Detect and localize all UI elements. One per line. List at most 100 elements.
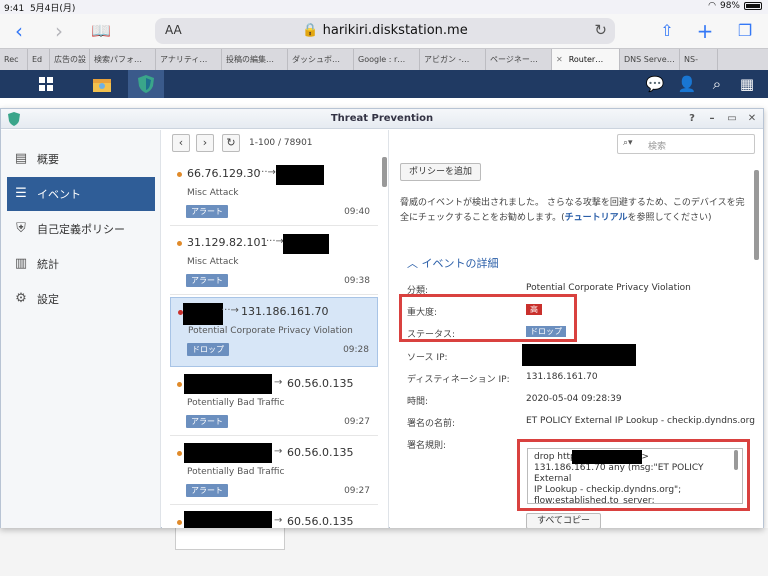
browser-tab[interactable]: 広告の設: [50, 49, 90, 70]
dest-ip-label: ディスティネーション IP:: [407, 375, 510, 385]
prev-page-button[interactable]: ‹: [172, 134, 190, 152]
event-type: Misc Attack: [187, 188, 239, 198]
sidebar-item-custom-policy[interactable]: ⛨ 自己定義ポリシー: [7, 212, 155, 246]
list-scrollbar[interactable]: [382, 157, 387, 187]
event-badge: アラート: [186, 205, 228, 218]
event-item-selected[interactable]: ···→ 131.186.161.70 Potential Corporate …: [170, 297, 378, 367]
close-icon[interactable]: ✕: [745, 112, 759, 126]
event-ip: 31.129.82.101: [187, 236, 268, 249]
event-item[interactable]: 66.76.129.30 ···→ Misc Attack アラート 09:40: [170, 160, 378, 226]
event-ip: 131.186.161.70: [241, 305, 329, 318]
event-dot: [177, 520, 182, 525]
event-type: Potentially Bad Traffic: [187, 467, 285, 477]
browser-tab[interactable]: Rec: [0, 49, 28, 70]
event-type: Potentially Bad Traffic: [187, 398, 285, 408]
reload-icon[interactable]: ↻: [594, 21, 607, 39]
arrow-icon: →: [274, 446, 283, 457]
battery-percent: 98%: [719, 1, 740, 11]
dsm-taskbar: 💬 👤 ⌕ ▦: [0, 70, 768, 98]
new-tab-icon[interactable]: +: [692, 18, 718, 44]
event-dot: [177, 241, 182, 246]
redaction: [283, 234, 329, 254]
event-badge: アラート: [186, 274, 228, 287]
maximize-icon[interactable]: ▭: [725, 112, 739, 126]
grid-icon: [39, 77, 53, 91]
detail-scrollbar[interactable]: [754, 170, 759, 260]
help-icon[interactable]: ?: [685, 112, 699, 126]
list-icon: ☰: [15, 186, 27, 201]
minimize-icon[interactable]: –: [705, 112, 719, 126]
copy-all-button[interactable]: すべてコピー: [526, 513, 602, 528]
detail-pane: ⌕▾ 検索 ポリシーを追加 脅威のイベントが検出されました。 さらなる攻撃を回避…: [390, 130, 763, 528]
redaction: [522, 344, 636, 366]
dest-ip-value: 131.186.161.70: [526, 372, 598, 382]
user-icon[interactable]: 👤: [676, 74, 698, 94]
highlight-box-severity: [399, 294, 577, 342]
event-item[interactable]: → 60.56.0.135 Potentially Bad Traffic アラ…: [170, 439, 378, 505]
event-time: 09:38: [344, 276, 370, 286]
next-page-button[interactable]: ›: [196, 134, 214, 152]
browser-toolbar: ‹ › 📖 AA 🔒 harikiri.diskstation.me ↻ ⇧ +…: [0, 14, 768, 48]
event-dot: [177, 382, 182, 387]
arrow-icon: ···→: [266, 236, 284, 247]
event-time: 09:40: [344, 207, 370, 217]
status-right: ◠ 98%: [708, 1, 762, 11]
stats-icon: ▥: [14, 256, 28, 271]
address-bar[interactable]: AA 🔒 harikiri.diskstation.me ↻: [155, 18, 615, 44]
browser-tab[interactable]: 検索パフォ…: [90, 49, 156, 70]
chevron-up-icon: ︿: [407, 257, 418, 270]
event-item[interactable]: 31.129.82.101 ···→ Misc Attack アラート 09:3…: [170, 229, 378, 295]
sidebar-item-overview[interactable]: ▤ 概要: [7, 142, 155, 176]
search-input[interactable]: ⌕▾ 検索: [617, 134, 755, 154]
tabs-overview-icon[interactable]: ❐: [732, 18, 758, 44]
bookmarks-icon[interactable]: 📖: [88, 18, 114, 44]
section-header[interactable]: ︿ イベントの詳細: [407, 255, 499, 271]
arrow-icon: ···→: [258, 167, 276, 178]
notification-icon[interactable]: 💬: [644, 74, 666, 94]
refresh-button[interactable]: ↻: [222, 134, 240, 152]
redaction: [184, 443, 272, 463]
time-label: 時間:: [407, 397, 429, 407]
overview-icon: ▤: [14, 151, 28, 166]
event-time: 09:27: [344, 417, 370, 427]
package-center-button[interactable]: [84, 70, 120, 98]
status-bar: 9:41 5月4日(月) ◠ 98%: [0, 0, 768, 14]
gear-icon: ⚙: [15, 291, 27, 306]
browser-tab[interactable]: ダッシュボ…: [288, 49, 354, 70]
add-policy-button[interactable]: ポリシーを追加: [400, 163, 482, 181]
sidebar: ▤ 概要 ☰ イベント ⛨ 自己定義ポリシー ▥ 統計 ⚙ 設定: [1, 130, 161, 528]
main-menu-button[interactable]: [28, 70, 64, 98]
browser-tab[interactable]: アナリティ…: [156, 49, 222, 70]
tutorial-link[interactable]: チュートリアル: [565, 213, 628, 223]
browser-tab[interactable]: DNS Serve…: [620, 49, 680, 70]
event-item[interactable]: → 60.56.0.135: [170, 508, 378, 528]
browser-tab[interactable]: ページネー…: [486, 49, 552, 70]
widgets-icon[interactable]: ▦: [736, 74, 758, 94]
highlight-box-rule: [517, 439, 750, 511]
sidebar-item-stats[interactable]: ▥ 統計: [7, 247, 155, 281]
window-titlebar[interactable]: Threat Prevention ? – ▭ ✕: [1, 109, 763, 129]
browser-tab[interactable]: Google : r…: [354, 49, 420, 70]
back-icon[interactable]: ‹: [6, 18, 32, 44]
sidebar-item-settings[interactable]: ⚙ 設定: [7, 282, 155, 316]
event-list-pane: ‹ › ↻ 1-100 / 78901 66.76.129.30 ···→ Mi…: [162, 130, 389, 528]
signature-rule-label: 署名規則:: [407, 441, 447, 451]
wifi-icon: ◠: [708, 1, 716, 11]
sidebar-item-events[interactable]: ☰ イベント: [7, 177, 155, 211]
browser-tab-active[interactable]: ✕ Router…: [552, 49, 620, 70]
browser-tab[interactable]: アビガン -…: [420, 49, 486, 70]
search-icon[interactable]: ⌕: [706, 74, 728, 94]
event-type: Misc Attack: [187, 257, 239, 267]
forward-icon[interactable]: ›: [46, 18, 72, 44]
browser-tab[interactable]: 投稿の編集…: [222, 49, 288, 70]
event-item[interactable]: → 60.56.0.135 Potentially Bad Traffic アラ…: [170, 370, 378, 436]
threat-prevention-button[interactable]: [128, 70, 164, 98]
share-icon[interactable]: ⇧: [654, 18, 680, 44]
redaction: [184, 511, 272, 528]
category-value: Potential Corporate Privacy Violation: [526, 283, 691, 293]
browser-tab[interactable]: Ed: [28, 49, 50, 70]
pager-text: 1-100 / 78901: [249, 138, 313, 148]
threat-prevention-window: Threat Prevention ? – ▭ ✕ ▤ 概要 ☰ イベント ⛨ 自己定…: [0, 108, 764, 528]
browser-tab[interactable]: NS-: [680, 49, 718, 70]
close-tab-icon[interactable]: ✕: [556, 55, 563, 64]
